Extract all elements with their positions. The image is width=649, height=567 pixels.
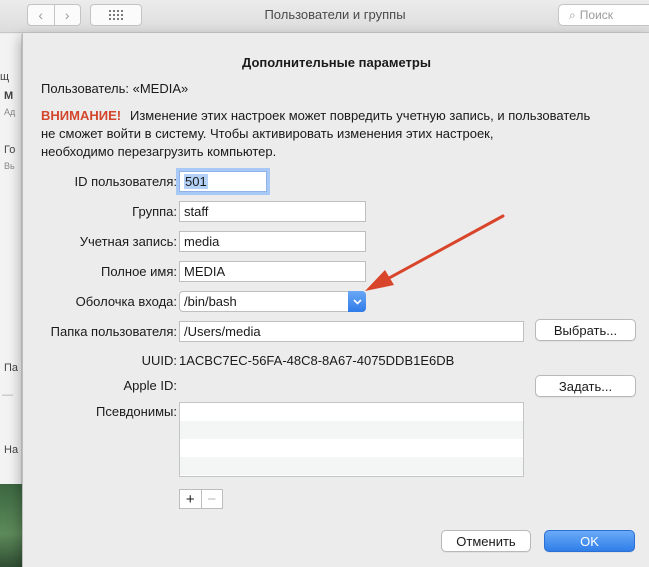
aliases-list[interactable]	[179, 402, 524, 477]
list-item	[180, 439, 523, 457]
login-shell-label: Оболочка входа:	[75, 294, 177, 309]
list-item	[180, 403, 523, 421]
account-field[interactable]: media	[179, 231, 366, 252]
user-id-field[interactable]: 501	[179, 171, 267, 192]
full-name-field[interactable]: MEDIA	[179, 261, 366, 282]
background-fragment: М	[4, 90, 14, 102]
back-button[interactable]: ‹	[28, 5, 54, 25]
background-fragment: Го	[4, 144, 16, 156]
group-label: Группа:	[132, 204, 177, 219]
cancel-button[interactable]: Отменить	[441, 530, 531, 552]
home-folder-field[interactable]: /Users/media	[179, 321, 524, 342]
user-id-value: 501	[184, 174, 208, 189]
background-fragment: На	[4, 444, 19, 456]
account-label: Учетная запись:	[79, 234, 177, 249]
forward-button[interactable]: ›	[53, 5, 81, 25]
warning-text-line: не сможет войти в систему. Чтобы активир…	[41, 126, 494, 141]
background-fragment: Вь	[4, 161, 15, 171]
uuid-label: UUID:	[141, 353, 177, 368]
alias-add-remove: + −	[179, 489, 223, 509]
user-id-label: ID пользователя:	[74, 174, 177, 189]
background-fragment: щ	[0, 71, 10, 83]
list-item	[180, 421, 523, 439]
background-fragment: Па	[4, 362, 19, 374]
background-fragment: Ад	[4, 107, 16, 117]
list-item	[180, 457, 523, 475]
search-placeholder: Поиск	[579, 8, 613, 22]
group-field[interactable]: staff	[179, 201, 366, 222]
apple-id-label: Apple ID:	[123, 378, 177, 393]
warning-label: ВНИМАНИЕ!	[41, 108, 122, 123]
set-apple-id-button[interactable]: Задать...	[535, 375, 636, 397]
login-shell-value: /bin/bash	[184, 294, 237, 309]
chevron-down-icon	[348, 291, 366, 312]
show-all-button[interactable]	[90, 4, 142, 26]
warning-text-line: необходимо перезагрузить компьютер.	[41, 144, 277, 159]
aliases-label: Псевдонимы:	[96, 404, 177, 419]
warning-text-line: Изменение этих настроек может повредить …	[130, 108, 591, 123]
advanced-options-sheet: Дополнительные параметры Пользователь: «…	[22, 33, 649, 567]
background-titlebar: ‹ › Пользователи и группы ⌕ Поиск	[0, 0, 649, 33]
background-photo	[0, 484, 22, 567]
choose-button[interactable]: Выбрать...	[535, 319, 636, 341]
login-shell-popup[interactable]: /bin/bash	[179, 291, 366, 312]
ok-button[interactable]: OK	[544, 530, 635, 552]
sheet-title: Дополнительные параметры	[242, 55, 431, 70]
add-alias-button[interactable]: +	[180, 490, 201, 508]
grid-icon	[109, 10, 123, 20]
remove-alias-button[interactable]: −	[200, 490, 223, 508]
user-line: Пользователь: «MEDIA»	[41, 81, 189, 96]
search-field[interactable]: ⌕ Поиск	[558, 4, 649, 26]
search-icon: ⌕	[569, 8, 576, 22]
uuid-value: 1ACBC7EC-56FA-48C8-8A67-4075DDB1E6DB	[179, 353, 455, 368]
window-title: Пользователи и группы	[264, 7, 406, 22]
nav-buttons: ‹ ›	[27, 4, 81, 26]
background-fragment: —	[2, 389, 13, 401]
home-folder-label: Папка пользователя:	[50, 324, 177, 339]
full-name-label: Полное имя:	[101, 264, 177, 279]
